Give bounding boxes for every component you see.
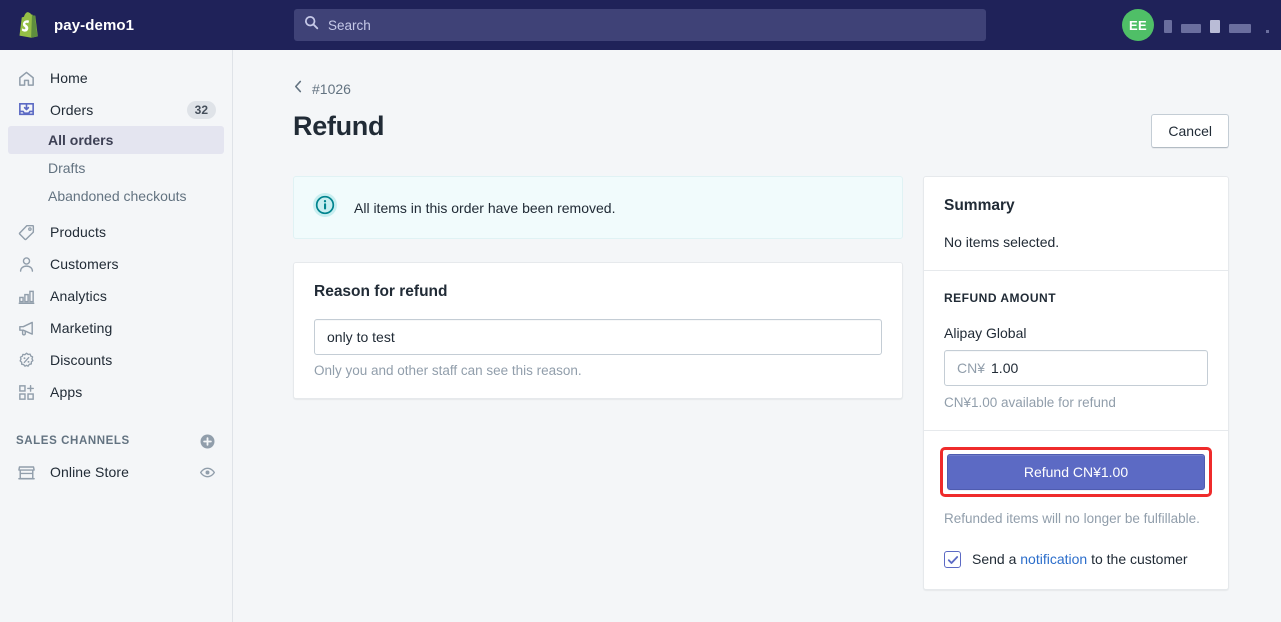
spacer — [0, 408, 232, 426]
notification-label: Send a notification to the customer — [972, 550, 1188, 569]
person-icon — [16, 254, 36, 274]
sidebar-item-label: Orders — [50, 102, 173, 118]
search-placeholder: Search — [328, 18, 371, 33]
avatar[interactable]: EE — [1122, 9, 1154, 41]
notify-text-before: Send a — [972, 551, 1020, 567]
sales-channels-title: SALES CHANNELS — [16, 435, 199, 447]
reason-card-title: Reason for refund — [314, 283, 882, 301]
check-icon — [947, 554, 959, 566]
store-name: pay-demo1 — [54, 17, 134, 34]
search-input[interactable]: Search — [294, 9, 986, 41]
tag-icon — [16, 222, 36, 242]
home-icon — [16, 68, 36, 88]
main-content: #1026 Refund Cancel — [233, 50, 1281, 622]
refund-action-section: Refund CN¥1.00 Refunded items will no lo… — [924, 430, 1228, 589]
refund-button[interactable]: Refund CN¥1.00 — [947, 454, 1205, 490]
search-wrapper: Search — [294, 9, 986, 41]
refund-reason-input[interactable] — [314, 319, 882, 355]
sidebar-item-label: Customers — [50, 256, 216, 272]
left-column: All items in this order have been remove… — [293, 176, 903, 590]
storefront-icon — [16, 462, 36, 482]
refund-note-text: Refunded items will no longer be fulfill… — [944, 509, 1208, 528]
notification-checkbox[interactable] — [944, 551, 961, 568]
sidebar-sub-label: Abandoned checkouts — [48, 188, 187, 204]
sidebar-item-marketing[interactable]: Marketing — [8, 312, 224, 344]
gateway-name: Alipay Global — [944, 325, 1208, 341]
right-column: Summary No items selected. REFUND AMOUNT… — [923, 176, 1229, 590]
available-for-refund-text: CN¥1.00 available for refund — [944, 395, 1208, 410]
sidebar-item-all-orders[interactable]: All orders — [8, 126, 224, 154]
refund-amount-section: REFUND AMOUNT Alipay Global CN¥ CN¥1.00 … — [924, 270, 1228, 430]
top-bar: pay-demo1 Search EE — [0, 0, 1281, 50]
cancel-button[interactable]: Cancel — [1151, 114, 1229, 148]
reason-help-text: Only you and other staff can see this re… — [314, 363, 882, 378]
brand-area[interactable]: pay-demo1 — [0, 0, 232, 50]
breadcrumb-label: #1026 — [312, 81, 351, 97]
refund-amount-label: REFUND AMOUNT — [944, 291, 1208, 305]
megaphone-icon — [16, 318, 36, 338]
summary-section: Summary No items selected. — [924, 177, 1228, 270]
page-header: Refund Cancel — [293, 110, 1229, 148]
sidebar-item-analytics[interactable]: Analytics — [8, 280, 224, 312]
sidebar-item-apps[interactable]: Apps — [8, 376, 224, 408]
send-notification-row[interactable]: Send a notification to the customer — [944, 550, 1208, 569]
sidebar-item-label: Analytics — [50, 288, 216, 304]
sidebar-sub-label: All orders — [48, 132, 113, 148]
summary-title: Summary — [944, 197, 1208, 215]
sidebar-item-drafts[interactable]: Drafts — [8, 154, 224, 182]
sidebar-item-home[interactable]: Home — [8, 62, 224, 94]
sidebar-item-label: Home — [50, 70, 216, 86]
bar-chart-icon — [16, 286, 36, 306]
sidebar-sub-label: Drafts — [48, 160, 85, 176]
refund-amount-field[interactable]: CN¥ — [944, 350, 1208, 386]
currency-prefix: CN¥ — [945, 360, 991, 376]
discount-percent-icon — [16, 350, 36, 370]
notification-link[interactable]: notification — [1020, 551, 1087, 567]
no-items-selected-text: No items selected. — [944, 234, 1208, 250]
sidebar-item-products[interactable]: Products — [8, 216, 224, 248]
account-area[interactable]: EE — [1122, 0, 1269, 50]
sidebar-item-label: Apps — [50, 384, 216, 400]
sidebar-item-orders[interactable]: Orders 32 — [8, 94, 224, 126]
refund-button-highlight: Refund CN¥1.00 — [940, 447, 1212, 497]
orders-count-badge: 32 — [187, 101, 216, 119]
account-name-redacted — [1164, 17, 1269, 33]
apps-grid-plus-icon — [16, 382, 36, 402]
sidebar-item-customers[interactable]: Customers — [8, 248, 224, 280]
eye-icon[interactable] — [199, 464, 216, 481]
sidebar-item-label: Marketing — [50, 320, 216, 336]
page-title: Refund — [293, 110, 384, 142]
sidebar-item-label: Online Store — [50, 464, 185, 480]
notify-text-after: to the customer — [1087, 551, 1187, 567]
content-columns: All items in this order have been remove… — [293, 176, 1229, 590]
sidebar-item-label: Discounts — [50, 352, 216, 368]
sidebar-item-online-store[interactable]: Online Store — [8, 456, 224, 488]
shopify-bag-icon — [16, 11, 42, 39]
info-banner: All items in this order have been remove… — [293, 176, 903, 239]
sidebar-item-discounts[interactable]: Discounts — [8, 344, 224, 376]
sidebar-item-label: Products — [50, 224, 216, 240]
summary-card: Summary No items selected. REFUND AMOUNT… — [923, 176, 1229, 590]
info-banner-text: All items in this order have been remove… — [354, 200, 615, 216]
chevron-left-icon — [293, 80, 304, 98]
sales-channels-header: SALES CHANNELS — [8, 426, 224, 456]
orders-inbox-icon — [16, 100, 36, 120]
refund-amount-input[interactable] — [991, 360, 1207, 376]
info-circle-icon — [312, 192, 338, 223]
sidebar: Home Orders 32 All orders Drafts Abandon… — [0, 50, 233, 622]
reason-for-refund-card: Reason for refund Only you and other sta… — [293, 262, 903, 399]
plus-circle-icon[interactable] — [199, 433, 216, 450]
breadcrumb[interactable]: #1026 — [293, 80, 351, 98]
search-icon — [304, 15, 319, 35]
sidebar-item-abandoned-checkouts[interactable]: Abandoned checkouts — [8, 182, 224, 210]
